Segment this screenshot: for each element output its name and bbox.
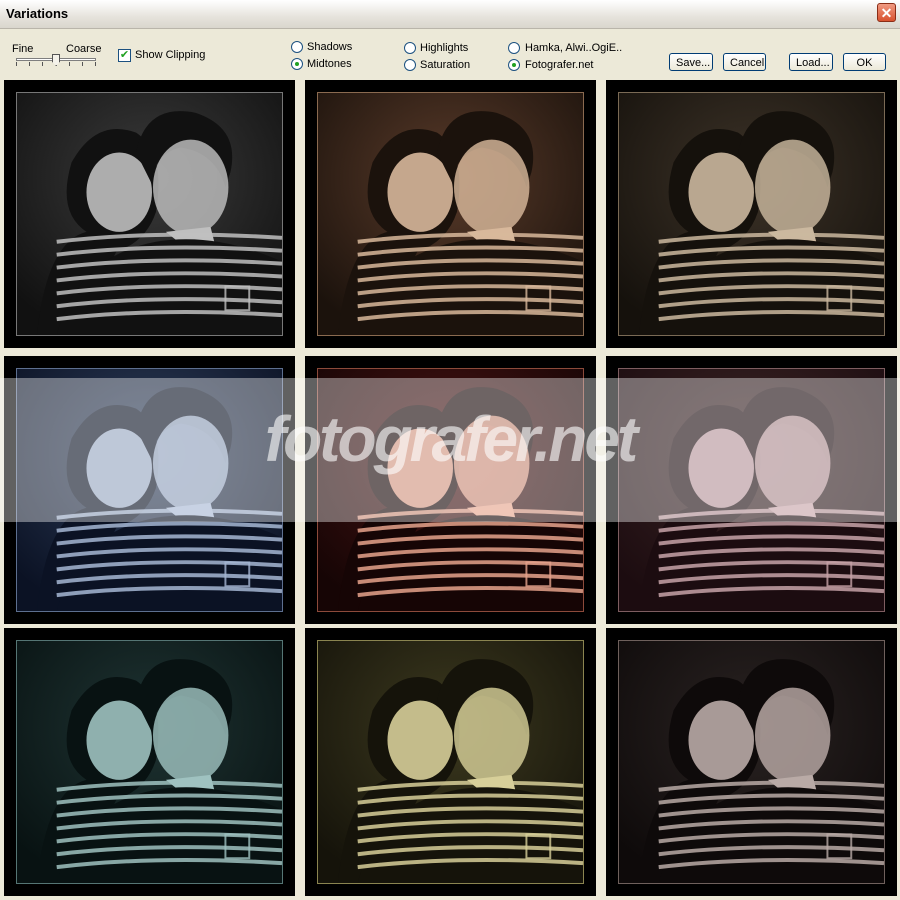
variation-thumbnail-sepia[interactable]: [606, 80, 897, 348]
radio-saturation[interactable]: [404, 59, 416, 71]
variation-thumbnail-more-yellow-red[interactable]: [305, 80, 596, 348]
variation-photo: [618, 368, 885, 612]
radio-highlights-label: Highlights: [420, 42, 469, 54]
close-icon: ✕: [880, 5, 893, 21]
variation-photo: [317, 640, 584, 884]
variation-thumbnail-more-cyan[interactable]: [4, 628, 295, 896]
radio-preset-fotografer[interactable]: [508, 59, 520, 71]
preset-hamka-label: Hamka, Alwi..OgiE..: [525, 42, 623, 54]
radio-shadows-label: Shadows: [307, 41, 353, 53]
variation-thumbnail-original[interactable]: [4, 80, 295, 348]
radio-highlights[interactable]: [404, 42, 416, 54]
show-clipping-checkbox[interactable]: ✔: [118, 49, 131, 62]
variation-thumbnail-more-magenta[interactable]: [606, 356, 897, 624]
variation-thumbnail-darker[interactable]: [606, 628, 897, 896]
radio-midtones[interactable]: [291, 58, 303, 70]
save-button[interactable]: Save...: [669, 53, 713, 71]
coarse-label: Coarse: [66, 43, 102, 55]
variations-grid: [0, 80, 900, 900]
variation-photo: [16, 92, 283, 336]
variation-thumbnail-more-blue[interactable]: [4, 356, 295, 624]
load-button[interactable]: Load...: [789, 53, 833, 71]
ok-button[interactable]: OK: [843, 53, 886, 71]
radio-saturation-label: Saturation: [420, 59, 471, 71]
variation-photo: [16, 368, 283, 612]
radio-shadows[interactable]: [291, 41, 303, 53]
window-title: Variations: [6, 6, 69, 21]
variation-photo: [317, 368, 584, 612]
show-clipping-label: Show Clipping: [135, 49, 206, 61]
check-icon: ✔: [119, 49, 130, 61]
radio-preset-hamka[interactable]: [508, 42, 520, 54]
variation-photo: [317, 92, 584, 336]
variation-photo: [618, 640, 885, 884]
preset-fotografer-label: Fotografer.net: [525, 59, 594, 71]
fine-label: Fine: [12, 43, 34, 55]
variation-photo: [16, 640, 283, 884]
radio-midtones-label: Midtones: [307, 58, 352, 70]
variation-thumbnail-more-red[interactable]: [305, 356, 596, 624]
variation-photo: [618, 92, 885, 336]
cancel-button[interactable]: Cancel: [723, 53, 766, 71]
variation-thumbnail-more-yellow[interactable]: [305, 628, 596, 896]
title-bar: Variations ✕: [0, 0, 900, 29]
close-button[interactable]: ✕: [877, 3, 896, 22]
